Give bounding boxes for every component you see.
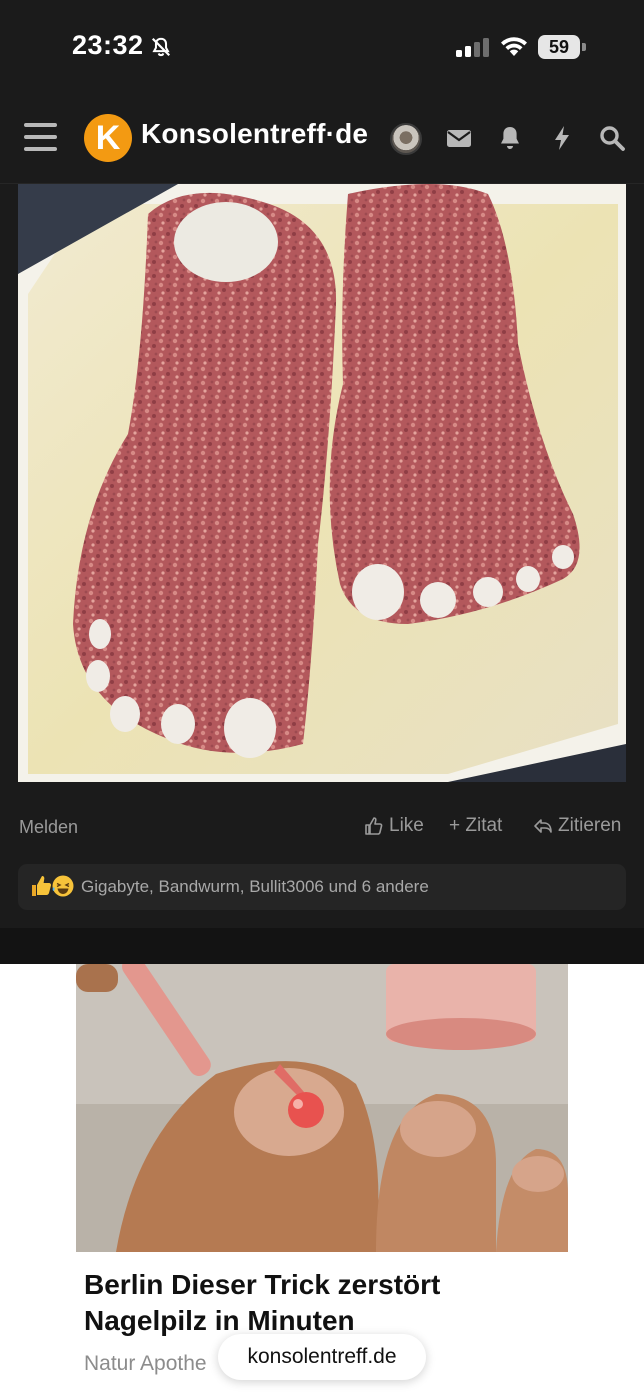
battery-level: 59 <box>548 37 570 57</box>
search-icon[interactable] <box>598 124 626 152</box>
reactions-bar[interactable]: Gigabyte, Bandwurm, Bullit3006 und 6 and… <box>18 864 626 910</box>
post-image[interactable] <box>18 184 626 782</box>
report-link[interactable]: Melden <box>19 817 78 838</box>
bell-icon[interactable] <box>496 124 524 152</box>
site-logo-text[interactable]: Konsolentreff·de <box>141 118 368 150</box>
like-button[interactable]: Like <box>364 815 424 837</box>
lightning-icon[interactable] <box>548 124 576 152</box>
ad-headline[interactable]: Berlin Dieser Trick zerstört Nagelpilz i… <box>84 1267 564 1339</box>
battery-indicator: 59 <box>538 35 586 59</box>
reply-arrow-icon <box>534 819 552 833</box>
cellular-signal-icon <box>456 38 489 57</box>
browser-url-pill[interactable]: konsolentreff.de <box>218 1334 426 1380</box>
envelope-icon[interactable] <box>445 124 473 152</box>
site-logo-badge[interactable]: K <box>84 114 132 162</box>
meat-feet-photo <box>18 184 626 782</box>
ad-photo-toe-dropper <box>76 964 568 1252</box>
like-label: Like <box>389 815 424 836</box>
laughing-emoji-icon <box>52 875 74 897</box>
thumbs-up-icon <box>365 817 383 835</box>
reply-label: Zitieren <box>558 815 622 836</box>
bell-off-icon <box>151 37 171 57</box>
wifi-icon <box>501 37 527 56</box>
quote-button[interactable]: + Zitat <box>449 815 502 837</box>
status-time: 23:32 <box>72 30 144 60</box>
reactions-list[interactable]: Gigabyte, Bandwurm, Bullit3006 und 6 and… <box>81 877 429 897</box>
battery-tip <box>582 43 586 51</box>
ad-source[interactable]: Natur Apothe <box>84 1352 207 1376</box>
thumbs-up-emoji-icon <box>32 876 52 896</box>
site-header: K Konsolentreff·de <box>0 96 644 184</box>
user-avatar[interactable] <box>390 123 422 155</box>
post-actions: Melden Like + Zitat Zitieren <box>0 805 644 849</box>
section-divider <box>0 928 644 964</box>
quote-label: + Zitat <box>449 815 503 836</box>
status-bar: 23:32 59 <box>0 0 644 96</box>
hamburger-menu-icon[interactable] <box>24 123 57 151</box>
ad-image[interactable] <box>76 964 568 1252</box>
reply-button[interactable]: Zitieren <box>533 815 621 837</box>
